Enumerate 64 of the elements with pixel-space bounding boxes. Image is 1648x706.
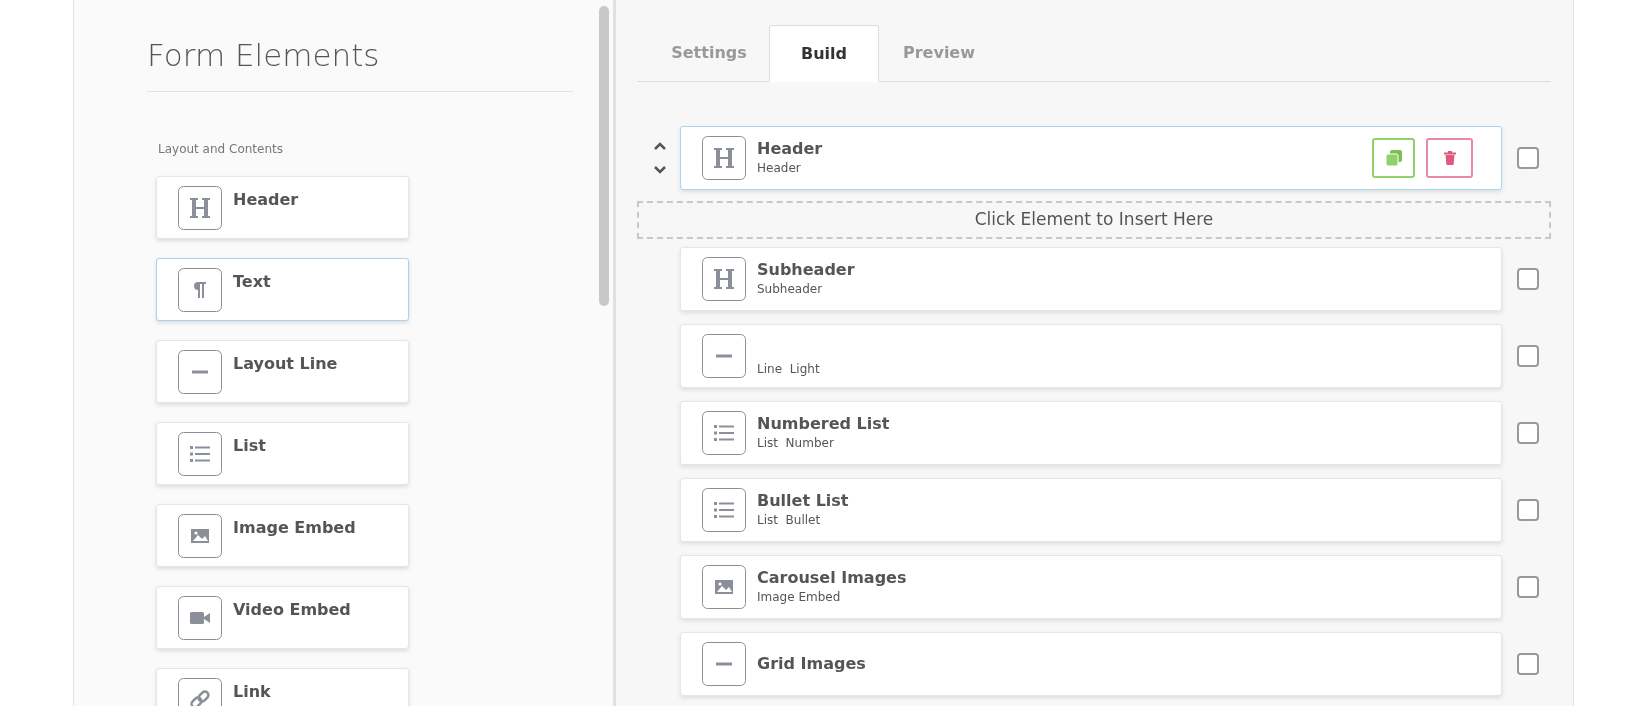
minus-icon	[178, 349, 222, 394]
list-icon	[702, 488, 746, 532]
trash-icon	[1443, 151, 1456, 165]
row-subtitle: Subheader	[757, 281, 824, 298]
form-row[interactable]: Bullet List List Bullet	[680, 478, 1502, 542]
checkbox[interactable]	[1517, 576, 1539, 598]
insert-drop-zone[interactable]: Click Element to Insert Here	[637, 201, 1551, 239]
tab[interactable]: Build	[769, 25, 879, 82]
minus-icon	[702, 334, 746, 378]
section-label: Layout and Contents	[158, 140, 284, 158]
row-title: Carousel Images	[757, 568, 908, 588]
row-subtitle: List Bullet	[757, 512, 822, 529]
copy-icon	[1384, 149, 1403, 167]
heading-icon	[702, 136, 746, 180]
heading-icon	[178, 185, 222, 230]
row-subtitle: List Number	[757, 435, 835, 452]
element-card[interactable]: Layout Line	[156, 339, 409, 403]
element-label: Image Embed	[233, 516, 356, 539]
duplicate-button[interactable]	[1372, 138, 1415, 178]
element-label: Video Embed	[233, 598, 351, 621]
element-card[interactable]: Header	[156, 175, 409, 239]
element-card[interactable]: List	[156, 421, 409, 485]
paragraph-icon	[178, 267, 222, 312]
element-card[interactable]: Link	[156, 667, 409, 706]
chevron-down-icon[interactable]	[652, 165, 667, 174]
image-icon	[178, 513, 222, 558]
checkbox[interactable]	[1517, 345, 1539, 367]
list-icon	[178, 431, 222, 476]
row-subtitle: Line Light	[757, 361, 821, 378]
row-subtitle: Image Embed	[757, 589, 842, 606]
delete-button[interactable]	[1426, 138, 1473, 178]
form-row[interactable]: Line Light	[680, 324, 1502, 388]
element-label: Layout Line	[233, 352, 338, 375]
form-row[interactable]: Grid Images	[680, 632, 1502, 696]
checkbox[interactable]	[1517, 422, 1539, 444]
image-icon	[702, 565, 746, 609]
checkbox[interactable]	[1517, 653, 1539, 675]
heading-icon	[702, 257, 746, 301]
list-icon	[702, 411, 746, 455]
element-card[interactable]: Image Embed	[156, 503, 409, 567]
video-camera-icon	[178, 595, 222, 640]
checkbox[interactable]	[1517, 499, 1539, 521]
form-row[interactable]: Header Header	[680, 126, 1502, 190]
row-title: Grid Images	[757, 654, 867, 674]
element-label: Text	[233, 270, 271, 293]
row-subtitle: Header	[757, 160, 802, 177]
scrollbar[interactable]	[599, 6, 609, 306]
row-title: Header	[757, 139, 824, 159]
form-row[interactable]: Carousel Images Image Embed	[680, 555, 1502, 619]
element-card[interactable]: Text	[156, 257, 409, 321]
minus-icon	[702, 642, 746, 686]
row-title: Numbered List	[757, 414, 891, 434]
checkbox[interactable]	[1517, 268, 1539, 290]
element-label: List	[233, 434, 266, 457]
element-label: Header	[233, 188, 299, 211]
form-row[interactable]: Numbered List List Number	[680, 401, 1502, 465]
row-title: Subheader	[757, 260, 856, 280]
element-card[interactable]: Video Embed	[156, 585, 409, 649]
chevron-up-icon[interactable]	[652, 142, 667, 151]
element-label: Link	[233, 680, 271, 703]
row-title: Bullet List	[757, 491, 850, 511]
panel-title: Form Elements	[147, 0, 573, 92]
form-row[interactable]: Subheader Subheader	[680, 247, 1502, 311]
checkbox[interactable]	[1517, 147, 1539, 169]
